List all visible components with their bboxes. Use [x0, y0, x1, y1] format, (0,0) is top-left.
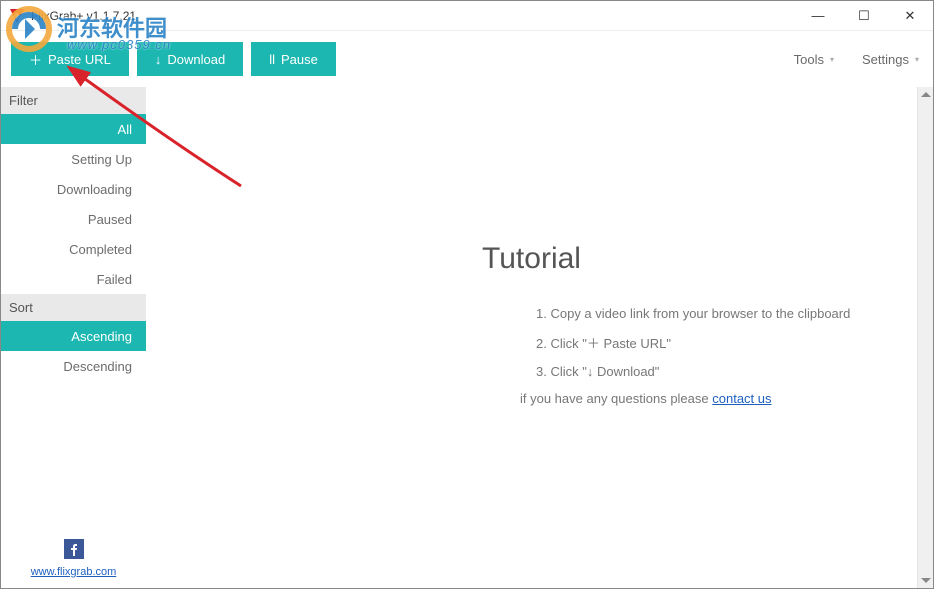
filter-downloading[interactable]: Downloading [1, 174, 146, 204]
main-panel: Tutorial Copy a video link from your bro… [146, 87, 933, 588]
close-button[interactable]: ✕ [887, 1, 933, 31]
tutorial-block: Tutorial Copy a video link from your bro… [146, 242, 917, 406]
app-body: Filter All Setting Up Downloading Paused… [1, 87, 933, 588]
filter-all[interactable]: All [1, 114, 146, 144]
tools-label: Tools [794, 52, 824, 67]
main-toolbar: ＋ Paste URL ↓ Download ll Pause Tools ▾ … [1, 31, 933, 87]
paste-url-label: Paste URL [48, 52, 111, 67]
tutorial-step-3: Click "↓ Download" [536, 364, 917, 379]
tutorial-heading: Tutorial [146, 242, 917, 276]
settings-menu[interactable]: Settings ▾ [858, 46, 923, 73]
plus-icon: ＋ [29, 50, 42, 69]
maximize-button[interactable]: ☐ [841, 1, 887, 31]
tutorial-step-2: Click "＋ Paste URL" [536, 333, 917, 352]
app-window: FlixGrab+ v1.1.7.21 — ☐ ✕ ＋ Paste URL ↓ … [0, 0, 934, 589]
filter-setting-up[interactable]: Setting Up [1, 144, 146, 174]
facebook-icon[interactable] [64, 539, 84, 559]
download-label: Download [167, 52, 225, 67]
sidebar-footer: www.flixgrab.com [1, 539, 146, 588]
paste-url-button[interactable]: ＋ Paste URL [11, 42, 129, 76]
sort-header: Sort [1, 294, 146, 321]
website-link[interactable]: www.flixgrab.com [1, 566, 146, 578]
window-title: FlixGrab+ v1.1.7.21 [31, 9, 136, 23]
settings-label: Settings [862, 52, 909, 67]
pause-button[interactable]: ll Pause [251, 42, 336, 76]
filter-failed[interactable]: Failed [1, 264, 146, 294]
pause-label: Pause [281, 52, 318, 67]
app-logo-icon [9, 8, 25, 24]
filter-paused[interactable]: Paused [1, 204, 146, 234]
sidebar: Filter All Setting Up Downloading Paused… [1, 87, 146, 588]
tutorial-step-1: Copy a video link from your browser to t… [536, 306, 917, 321]
tutorial-steps: Copy a video link from your browser to t… [536, 306, 917, 379]
sidebar-spacer [1, 381, 146, 539]
vertical-scrollbar[interactable] [917, 87, 933, 588]
sort-ascending[interactable]: Ascending [1, 321, 146, 351]
filter-completed[interactable]: Completed [1, 234, 146, 264]
note-prefix: if you have any questions please [520, 391, 712, 406]
chevron-down-icon: ▾ [915, 55, 919, 64]
download-button[interactable]: ↓ Download [137, 42, 243, 76]
title-bar: FlixGrab+ v1.1.7.21 — ☐ ✕ [1, 1, 933, 31]
minimize-button[interactable]: — [795, 1, 841, 31]
tutorial-note: if you have any questions please contact… [520, 391, 917, 406]
pause-icon: ll [269, 52, 275, 67]
tools-menu[interactable]: Tools ▾ [790, 46, 838, 73]
sort-descending[interactable]: Descending [1, 351, 146, 381]
contact-us-link[interactable]: contact us [712, 391, 771, 406]
filter-header: Filter [1, 87, 146, 114]
download-icon: ↓ [155, 52, 162, 67]
chevron-down-icon: ▾ [830, 55, 834, 64]
